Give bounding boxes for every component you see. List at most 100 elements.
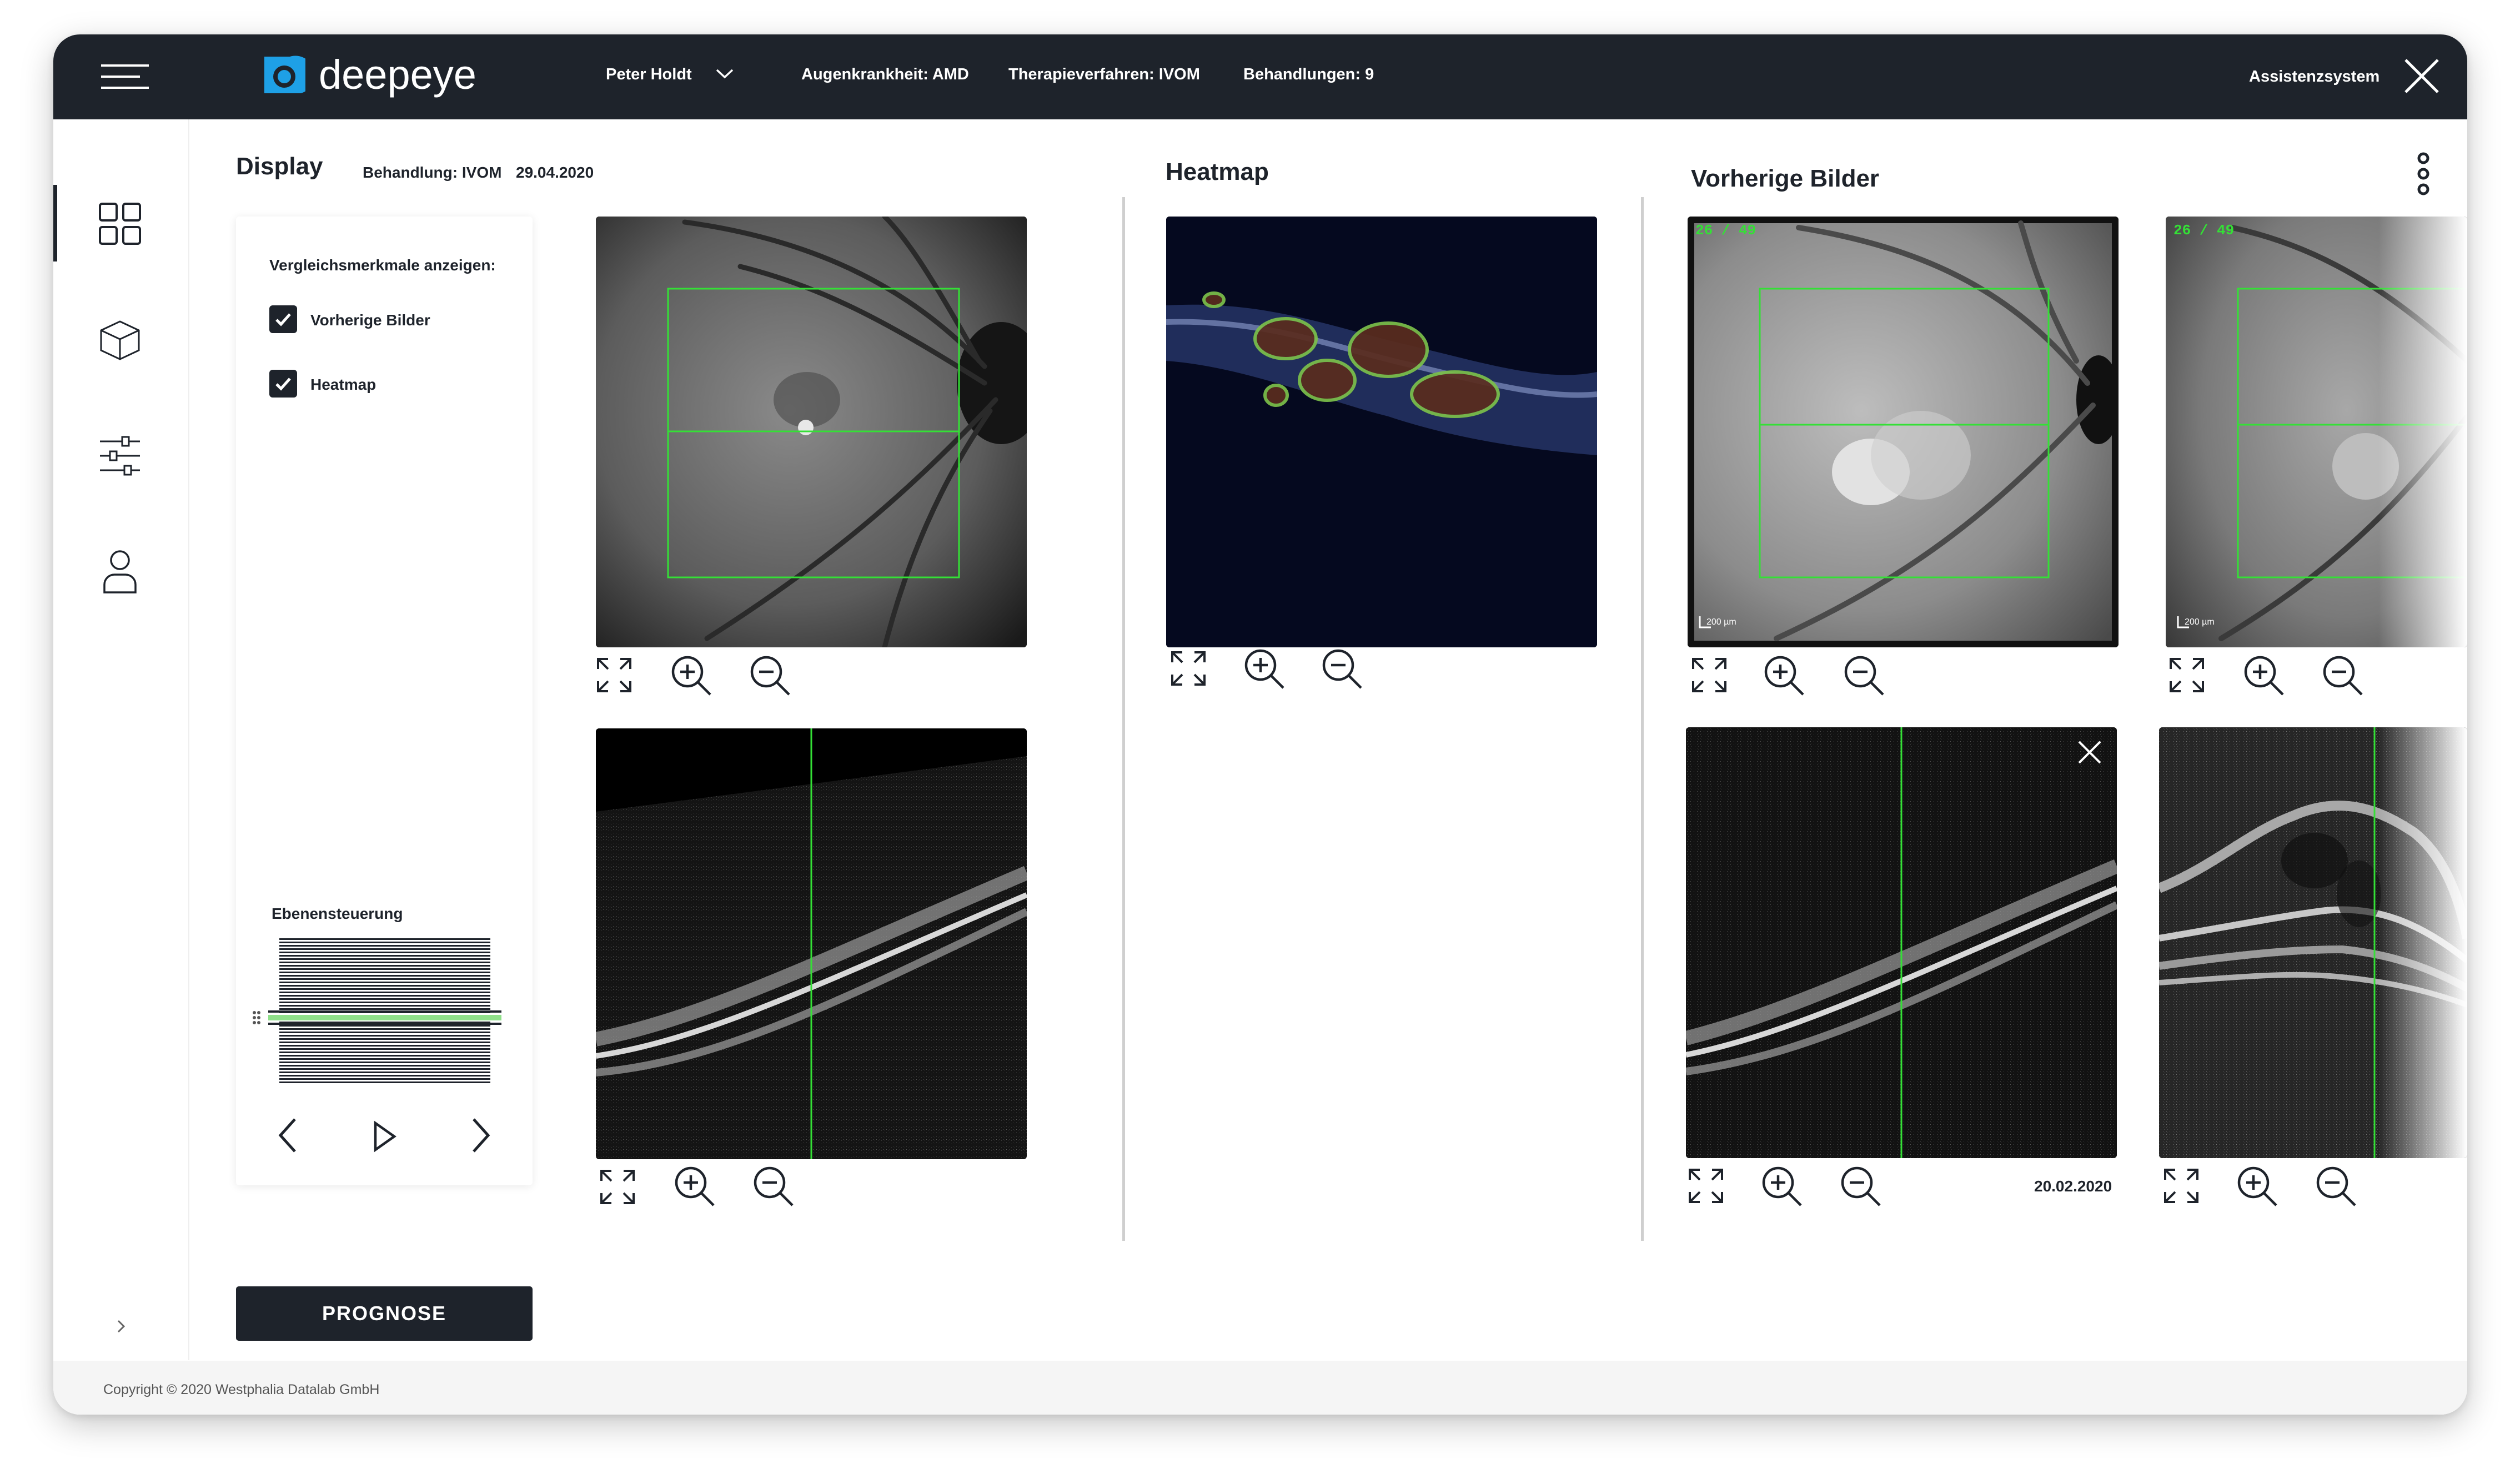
layer-line	[279, 1005, 490, 1007]
checkbox-previous-images[interactable]	[269, 305, 297, 333]
layer-line	[279, 1042, 490, 1043]
layer-line	[279, 1055, 490, 1057]
zoom-out-icon[interactable]	[2315, 1165, 2357, 1210]
layer-line	[279, 982, 490, 983]
fullscreen-icon[interactable]	[599, 1169, 636, 1208]
sliders-icon[interactable]	[98, 434, 142, 481]
zoom-in-icon[interactable]	[2243, 655, 2285, 700]
layer-line	[279, 985, 490, 987]
zoom-in-icon[interactable]	[1763, 655, 1805, 700]
previous-image-date: 20.02.2020	[2034, 1178, 2112, 1195]
layer-line	[279, 965, 490, 967]
fullscreen-icon[interactable]	[1688, 1168, 1724, 1207]
section-divider	[1122, 197, 1125, 1241]
copyright-text: Copyright © 2020 Westphalia Datalab GmbH	[103, 1382, 380, 1397]
assistant-label[interactable]: Assistenzsystem	[2249, 68, 2380, 86]
previous-images-title: Vorherige Bilder	[1691, 165, 1880, 192]
layer-line	[279, 1048, 490, 1050]
brand-name: deepeye	[319, 52, 476, 98]
close-icon[interactable]	[2403, 58, 2440, 97]
fullscreen-icon[interactable]	[1691, 657, 1728, 696]
layer-line	[279, 1058, 490, 1060]
heatmap-title: Heatmap	[1166, 158, 1269, 185]
zoom-out-icon[interactable]	[749, 655, 791, 700]
layer-line	[279, 1038, 490, 1040]
play-icon[interactable]	[372, 1120, 398, 1155]
treatments-info: Behandlungen: 9	[1243, 66, 1374, 83]
left-sidebar	[53, 119, 189, 1360]
active-indicator	[53, 185, 57, 261]
layer-line	[279, 1035, 490, 1037]
chevron-right-icon[interactable]	[116, 1319, 127, 1337]
treatment-label: Behandlung: IVOM	[363, 164, 502, 181]
heatmap-image[interactable]	[1166, 217, 1597, 647]
zoom-in-icon[interactable]	[670, 655, 712, 700]
zoom-out-icon[interactable]	[2322, 655, 2364, 700]
layer-line	[279, 1081, 490, 1083]
fullscreen-icon[interactable]	[596, 657, 632, 696]
display-title: Display	[236, 153, 323, 180]
layer-line	[279, 938, 490, 940]
layer-line	[279, 945, 490, 947]
fullscreen-icon[interactable]	[1170, 650, 1207, 690]
close-icon[interactable]	[2077, 740, 2102, 765]
fullscreen-icon[interactable]	[2163, 1168, 2200, 1207]
zoom-out-icon[interactable]	[1840, 1165, 1882, 1210]
comparison-panel: Vergleichsmerkmale anzeigen: Vorherige B…	[236, 217, 533, 1185]
scale-label: 200 µm	[2185, 617, 2215, 627]
zoom-out-icon[interactable]	[752, 1165, 795, 1210]
layer-line	[279, 948, 490, 950]
layer-line	[279, 1032, 490, 1033]
therapy-info: Therapieverfahren: IVOM	[1008, 66, 1200, 83]
fundus-image-previous[interactable]: 26 / 49 200 µm	[2166, 217, 2467, 647]
layer-line	[279, 1075, 490, 1076]
slice-counter: 26 / 49	[1695, 222, 1756, 239]
zoom-in-icon[interactable]	[674, 1165, 716, 1210]
layer-line	[279, 1068, 490, 1070]
chevron-down-icon[interactable]	[715, 68, 734, 83]
disease-info: Augenkrankheit: AMD	[801, 66, 969, 83]
treatment-date: 29.04.2020	[516, 164, 594, 181]
oct-scan-previous[interactable]	[1686, 727, 2117, 1158]
layer-line	[279, 958, 490, 960]
previous-slice-icon[interactable]	[275, 1116, 299, 1158]
fullscreen-icon[interactable]	[2168, 657, 2205, 696]
prognose-button[interactable]: PROGNOSE	[236, 1286, 533, 1341]
scale-label: 200 µm	[1706, 617, 1736, 627]
brand-logo-icon	[260, 52, 315, 98]
comparison-heading: Vergleichsmerkmale anzeigen:	[269, 256, 496, 274]
zoom-in-icon[interactable]	[2236, 1165, 2278, 1210]
patient-name[interactable]: Peter Holdt	[606, 66, 692, 84]
zoom-out-icon[interactable]	[1843, 655, 1885, 700]
app-window: deepeye Peter Holdt Augenkrankheit: AMD …	[53, 34, 2467, 1415]
zoom-in-icon[interactable]	[1761, 1165, 1803, 1210]
layer-control-label: Ebenensteuerung	[272, 905, 403, 922]
section-divider	[1641, 197, 1644, 1241]
fundus-image-previous[interactable]: 26 / 49 200 µm	[1688, 217, 2119, 647]
oct-scan-previous[interactable]	[2159, 727, 2467, 1158]
next-slice-icon[interactable]	[469, 1116, 494, 1158]
layer-line	[279, 992, 490, 993]
top-bar: deepeye Peter Holdt Augenkrankheit: AMD …	[53, 34, 2467, 119]
layer-line	[279, 1025, 490, 1027]
layer-line	[279, 1065, 490, 1067]
checkbox-label: Vorherige Bilder	[310, 311, 430, 329]
fundus-image-current[interactable]	[596, 217, 1027, 647]
layer-line	[279, 972, 490, 973]
layer-slider[interactable]	[253, 938, 514, 1094]
checkbox-heatmap[interactable]	[269, 370, 297, 398]
cube-icon[interactable]	[98, 318, 142, 365]
checkbox-label: Heatmap	[310, 376, 377, 393]
user-icon[interactable]	[98, 548, 142, 597]
zoom-out-icon[interactable]	[1321, 648, 1363, 693]
menu-icon[interactable]	[101, 62, 151, 91]
oct-scan-current[interactable]	[596, 728, 1027, 1159]
layer-line	[279, 1002, 490, 1003]
layer-line	[279, 962, 490, 963]
zoom-in-icon[interactable]	[1243, 648, 1286, 693]
more-options-icon[interactable]	[2415, 152, 2432, 199]
layer-line	[279, 1062, 490, 1063]
grid-icon[interactable]	[98, 202, 142, 249]
footer: Copyright © 2020 Westphalia Datalab GmbH	[53, 1361, 2467, 1415]
layer-line	[279, 978, 490, 980]
